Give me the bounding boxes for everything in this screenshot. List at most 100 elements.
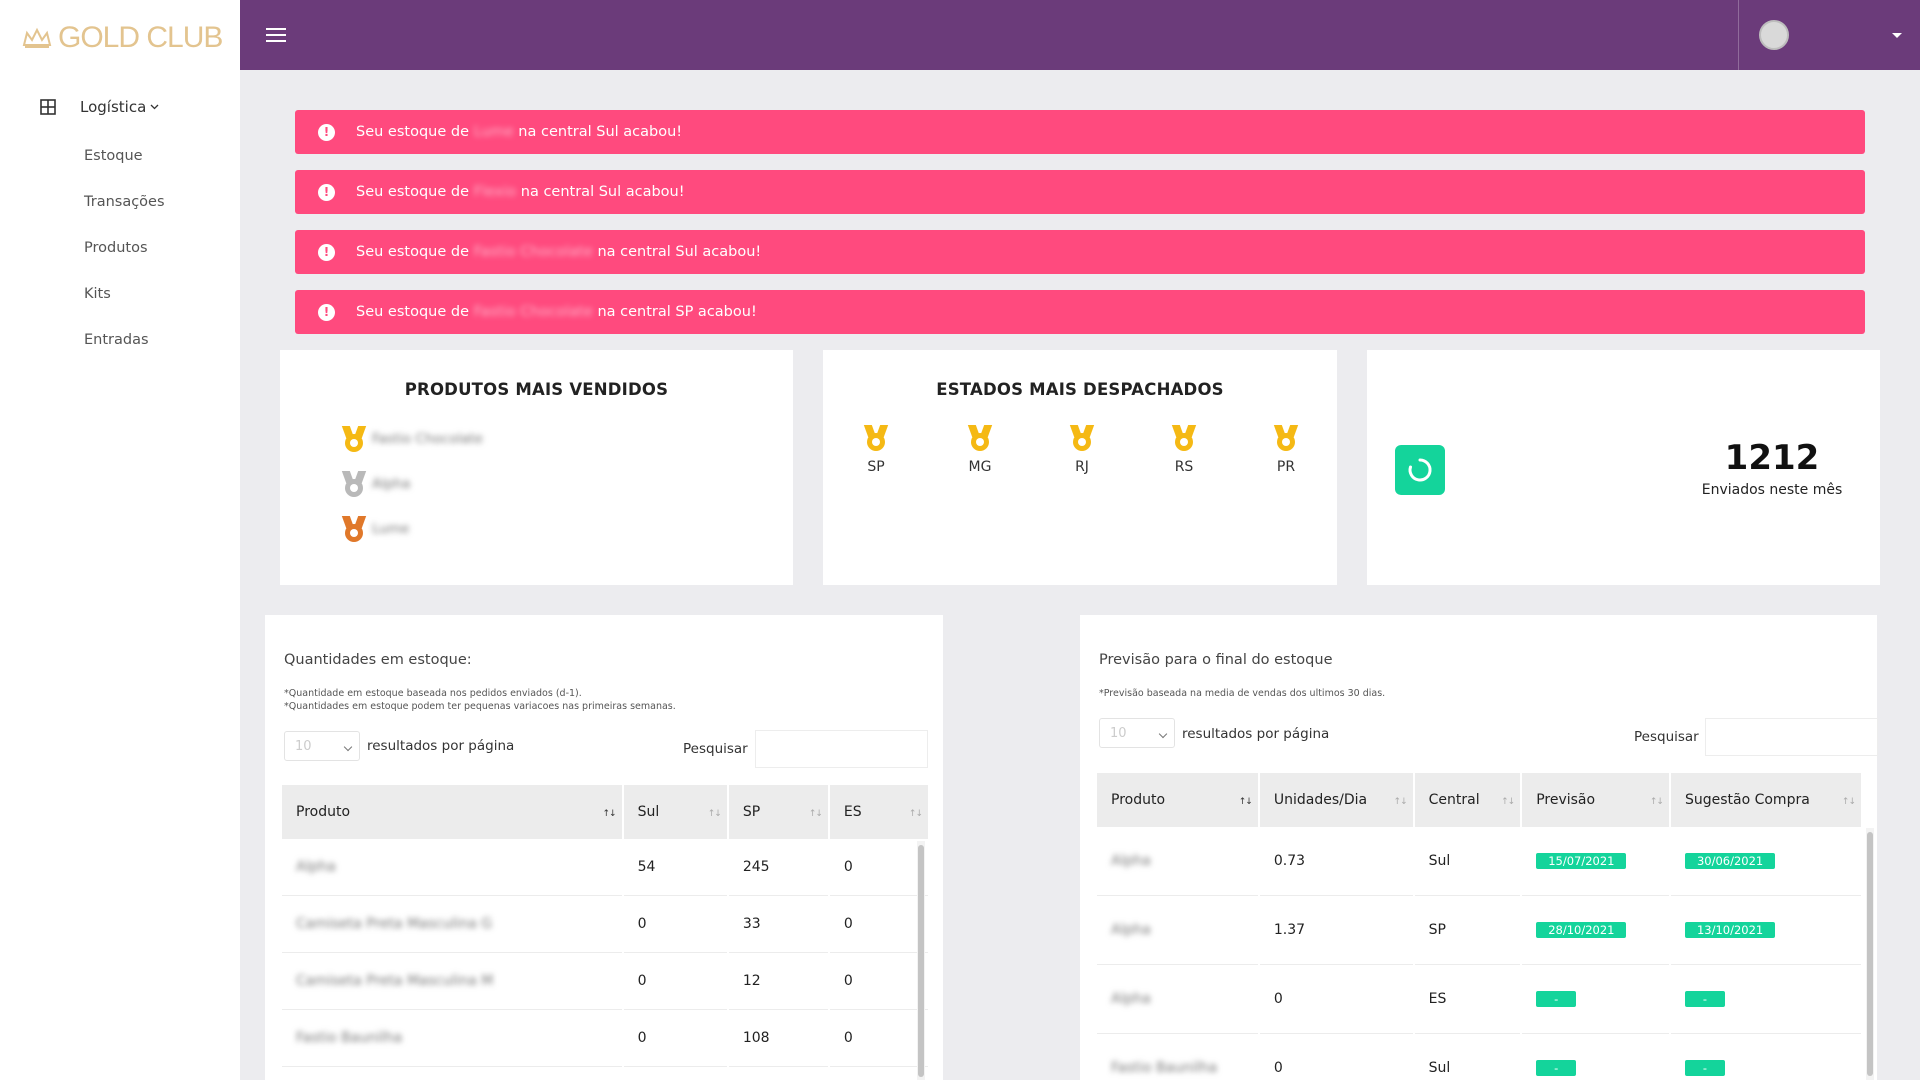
gold-medal-icon [1171,425,1197,451]
alert-prefix: Seu estoque de [356,184,470,200]
product-cell: Camiseta Preta Masculina M [296,973,494,989]
alert-suffix: na central SP acabou! [597,304,757,320]
state-item: RS [1164,425,1204,475]
alert-product: Fastio Chocolate [473,244,593,260]
search-input[interactable] [755,730,928,768]
state-label: PR [1276,459,1296,475]
table-row: Alpha 0 ES - - [1097,965,1861,1034]
top-product-item: Fastio Chocolate [341,426,483,452]
caret-down-icon [1892,32,1902,38]
column-header-unidades-dia[interactable]: Unidades/Dia ↑↓ [1259,773,1413,827]
logo-text: GOLD CLUB [58,21,223,54]
sidebar-group-logistica[interactable]: Logística [40,98,159,116]
es-cell: 0 [829,1010,928,1067]
sidebar-item-produtos[interactable]: Produtos [84,237,165,283]
column-header-sugestao-compra[interactable]: Sugestão Compra ↑↓ [1670,773,1861,827]
sul-cell: 54 [623,839,727,896]
menu-icon[interactable] [266,28,286,42]
column-header-produto[interactable]: Produto ↑↓ [1097,773,1258,827]
column-header-central[interactable]: Central ↑↓ [1414,773,1521,827]
topbar [240,0,1920,70]
top-product-name: Fastio Chocolate [372,431,483,447]
sul-cell: 0 [623,896,727,953]
stock-panel-title: Quantidades em estoque: [284,652,472,668]
alert: ! Seu estoque de Flexio na central Sul a… [295,170,1865,214]
sp-cell: 245 [728,839,828,896]
scrollbar[interactable] [917,841,925,1080]
table-row: Fastio Baunilha 0 108 0 [282,1010,928,1067]
stock-note-1: *Quantidade em estoque baseada nos pedid… [284,688,582,699]
shipped-card: 1212 Enviados neste mês [1367,350,1880,585]
column-header-produto[interactable]: Produto ↑↓ [282,785,622,839]
state-item: SP [856,425,896,475]
sp-cell: 108 [728,1010,828,1067]
es-cell: 0 [829,896,928,953]
top-states-card: ESTADOS MAIS DESPACHADOS SP MG RJ RS PR [823,350,1337,585]
page-size-select[interactable]: 10 [1099,718,1175,748]
top-product-item: Lume [341,516,410,542]
scrollbar[interactable] [1866,828,1874,1080]
column-header-es[interactable]: ES ↑↓ [829,785,928,839]
shipped-label: Enviados neste mês [1701,482,1843,498]
units-per-day-cell: 0 [1259,965,1413,1034]
sul-cell: 0 [623,1010,727,1067]
alert-product: Flexio [473,184,517,200]
purchase-date-badge: 13/10/2021 [1684,922,1776,938]
alert-prefix: Seu estoque de [356,244,470,260]
sidebar-item-kits[interactable]: Kits [84,283,165,329]
sidebar: GOLD CLUB Logística Estoque Transações P… [0,0,240,1080]
alert-product: Lume [473,124,514,140]
sidebar-item-transacoes[interactable]: Transações [84,191,165,237]
top-products-title: PRODUTOS MAIS VENDIDOS [404,380,669,399]
alert-prefix: Seu estoque de [356,304,470,320]
chevron-down-icon [150,104,159,110]
es-cell: 0 [829,839,928,896]
page-size-select[interactable]: 10 [284,731,360,761]
forecast-panel: Previsão para o final do estoque *Previs… [1080,615,1878,1080]
column-header-sul[interactable]: Sul ↑↓ [623,785,727,839]
user-menu[interactable] [1738,0,1920,70]
forecast-date-badge: - [1536,991,1577,1007]
scrollbar-thumb[interactable] [918,845,924,1077]
state-item: PR [1266,425,1306,475]
forecast-date-badge: - [1536,1060,1577,1076]
gold-medal-icon [967,425,993,451]
bronze-medal-icon [341,516,367,542]
top-product-item: Alpha [341,471,411,497]
search-input[interactable] [1705,718,1878,756]
product-cell: Alpha [1111,991,1151,1007]
product-cell: Alpha [1111,922,1151,938]
top-product-name: Alpha [372,476,411,492]
top-product-name: Lume [372,521,410,537]
alert-icon: ! [318,123,335,141]
sp-cell: 33 [728,896,828,953]
table-row: Alpha 1.37 SP 28/10/2021 13/10/2021 [1097,896,1861,965]
gold-medal-icon [1273,425,1299,451]
es-cell: 0 [829,953,928,1010]
table-row: Alpha 54 245 0 [282,839,928,896]
state-item: MG [960,425,1000,475]
shipped-value: 1212 [1724,438,1820,478]
scrollbar-thumb[interactable] [1867,832,1873,1076]
forecast-table: Produto ↑↓ Unidades/Dia ↑↓ Central ↑↓ Previ… [1095,773,1863,1080]
column-header-previsao[interactable]: Previsão ↑↓ [1522,773,1669,827]
sidebar-item-entradas[interactable]: Entradas [84,329,165,375]
sidebar-item-estoque[interactable]: Estoque [84,145,165,191]
per-page-label: resultados por página [367,738,515,754]
purchase-date-badge: - [1684,1060,1725,1076]
units-per-day-cell: 0.73 [1259,827,1413,896]
crown-icon [22,27,52,48]
column-header-sp[interactable]: SP ↑↓ [728,785,828,839]
stock-table: Produto ↑↓ Sul ↑↓ SP ↑↓ ES ↑↓ Alpha 54 245 0… [280,785,930,1067]
gold-medal-icon [1069,425,1095,451]
state-label: MG [968,459,992,475]
product-cell: Camiseta Preta Masculina G [296,916,493,932]
alert-suffix: na central Sul acabou! [520,184,685,200]
state-label: RJ [1075,459,1089,475]
sp-cell: 12 [728,953,828,1010]
alert: ! Seu estoque de Fastio Chocolate na cen… [295,290,1865,334]
alert-product: Fastio Chocolate [473,304,593,320]
logo[interactable]: GOLD CLUB [22,20,223,56]
stock-note-2: *Quantidades em estoque podem ter pequen… [284,701,676,712]
gold-medal-icon [341,426,367,452]
